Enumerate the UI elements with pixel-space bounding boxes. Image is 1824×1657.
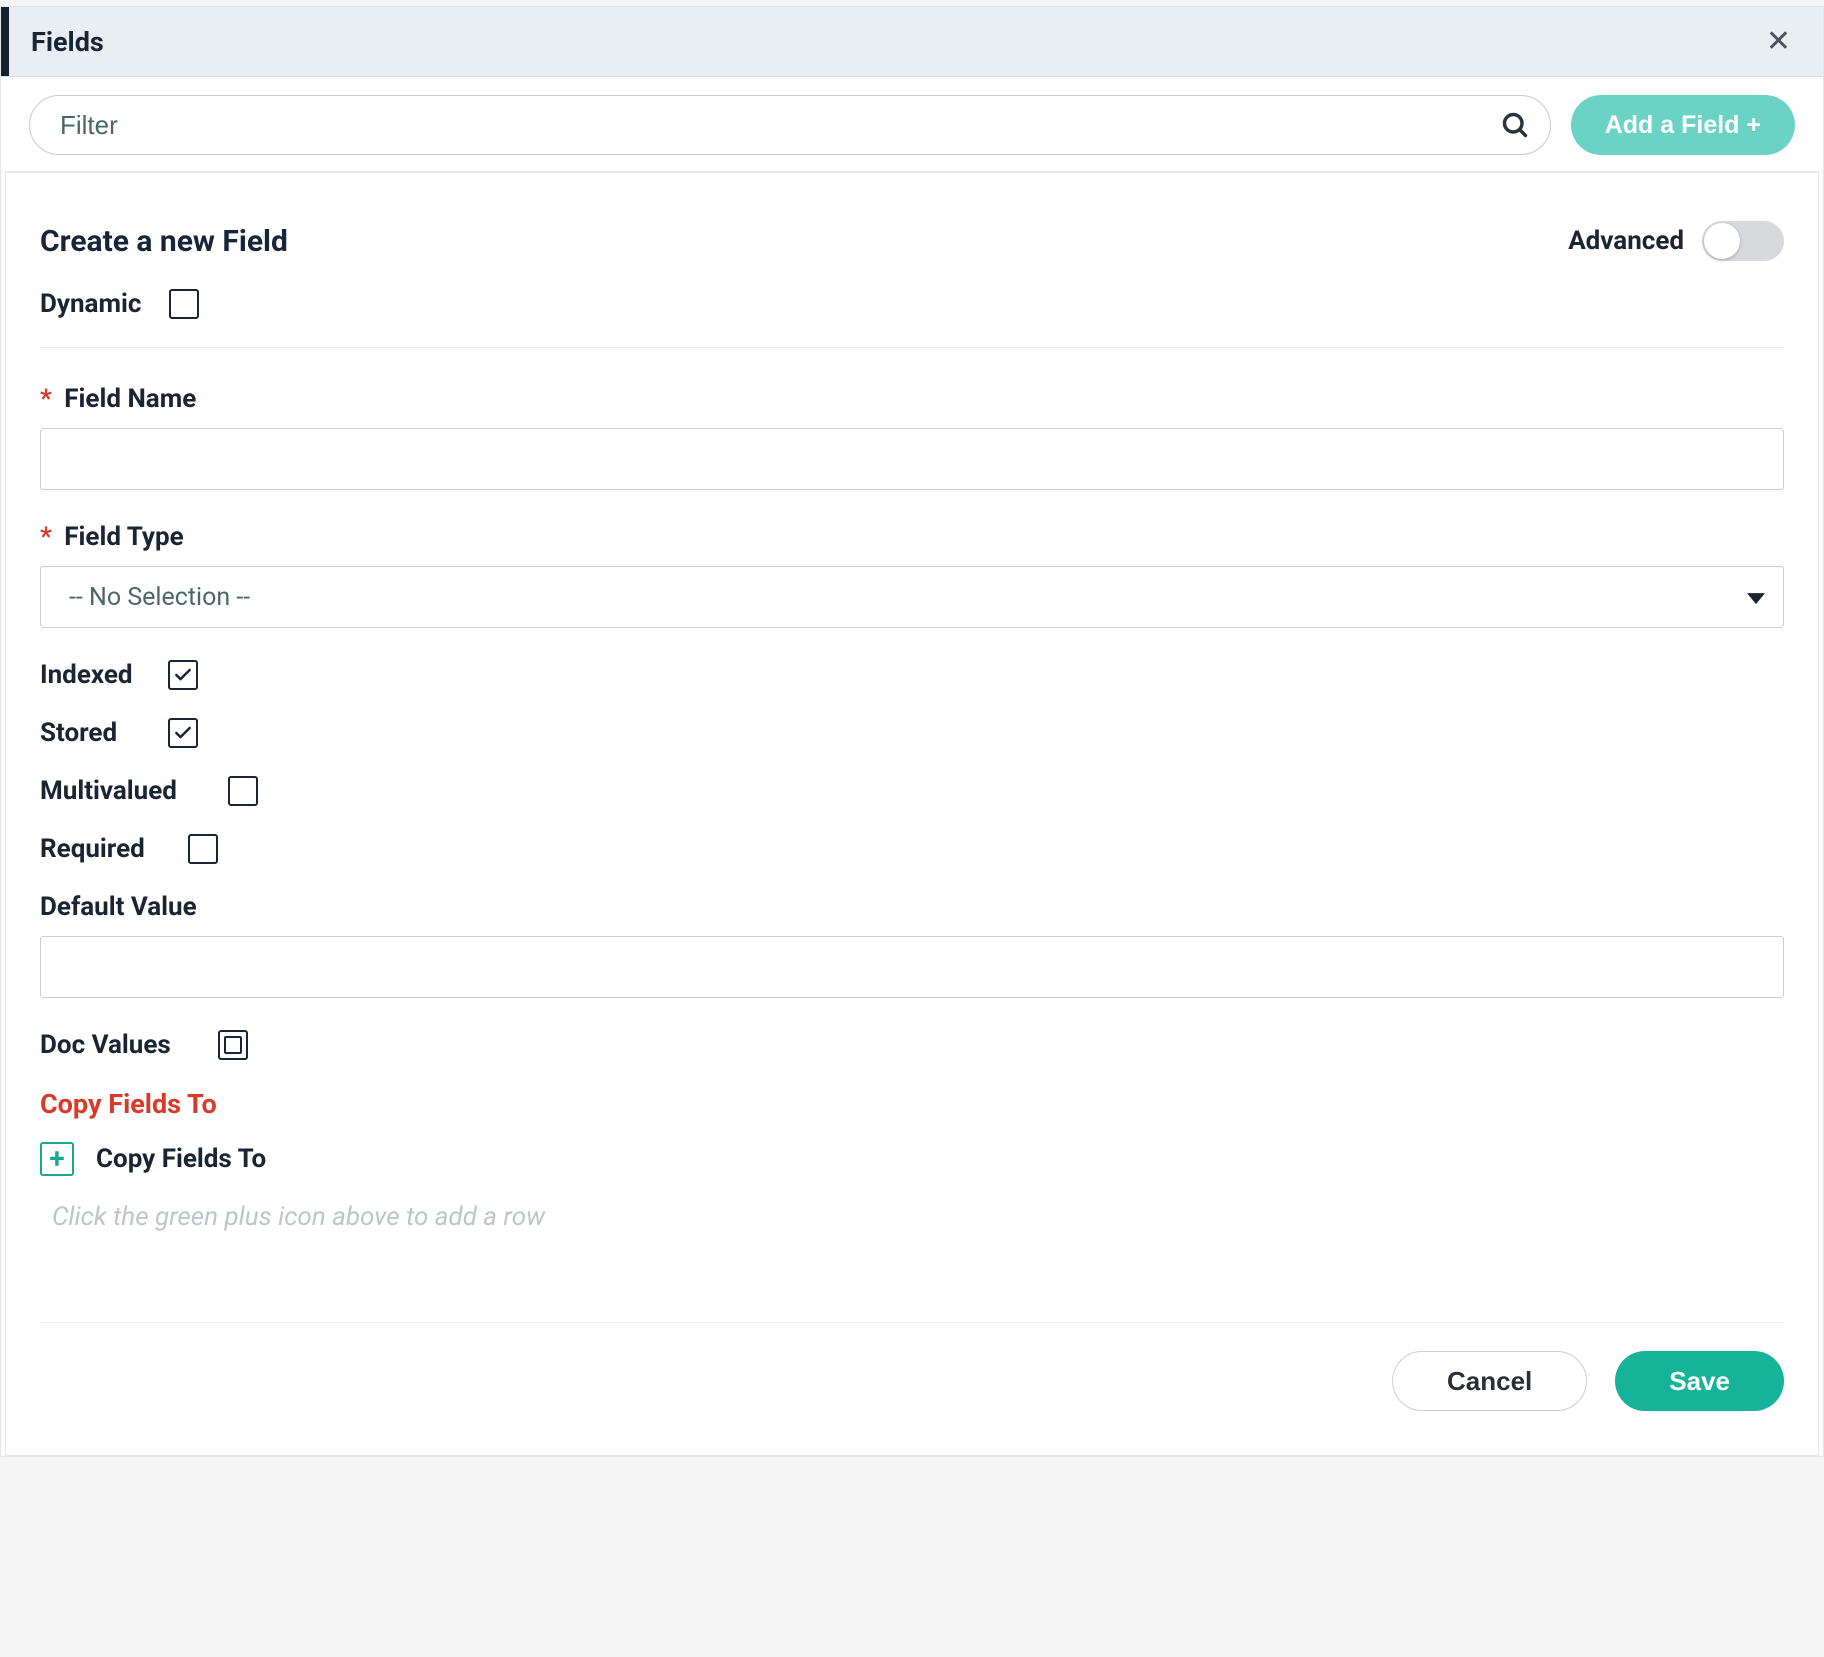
panel-header: Fields ✕ (1, 7, 1823, 77)
doc-values-row: Doc Values (40, 1030, 1784, 1060)
required-label: Required (40, 834, 160, 864)
indexed-checkbox[interactable] (168, 660, 198, 690)
dynamic-checkbox[interactable] (169, 289, 199, 319)
plus-icon[interactable]: + (40, 1142, 74, 1176)
stored-checkbox[interactable] (168, 718, 198, 748)
form-body: Create a new Field Advanced Dynamic (5, 172, 1819, 1456)
advanced-label: Advanced (1568, 226, 1684, 256)
multivalued-row: Multivalued (40, 776, 1784, 806)
copy-fields-sub-label: Copy Fields To (96, 1144, 266, 1174)
save-button[interactable]: Save (1615, 1351, 1784, 1411)
stored-row: Stored (40, 718, 1784, 748)
copy-fields-row: + Copy Fields To (40, 1142, 1784, 1176)
dynamic-row: Dynamic (40, 289, 1784, 319)
copy-fields-hint: Click the green plus icon above to add a… (52, 1202, 1784, 1232)
filter-input[interactable] (29, 95, 1551, 155)
cancel-label: Cancel (1447, 1366, 1532, 1397)
field-name-input[interactable] (40, 428, 1784, 490)
form-footer: Cancel Save (40, 1322, 1784, 1427)
field-type-block: * Field Type -- No Selection -- (40, 522, 1784, 628)
default-value-block: Default Value (40, 892, 1784, 998)
field-name-block: * Field Name (40, 384, 1784, 490)
copy-fields-heading: Copy Fields To (40, 1088, 1784, 1120)
close-icon[interactable]: ✕ (1762, 23, 1795, 61)
indexed-label: Indexed (40, 660, 140, 690)
search-icon[interactable] (1501, 111, 1529, 139)
required-checkbox[interactable] (188, 834, 218, 864)
filter-wrap (29, 95, 1551, 155)
required-star-icon: * (40, 384, 52, 414)
add-field-button[interactable]: Add a Field + (1571, 95, 1795, 155)
indexed-row: Indexed (40, 660, 1784, 690)
advanced-toggle[interactable] (1702, 221, 1784, 261)
form-title: Create a new Field (40, 224, 288, 259)
multivalued-label: Multivalued (40, 776, 200, 806)
chevron-down-icon (1747, 593, 1765, 604)
default-value-input[interactable] (40, 936, 1784, 998)
required-row: Required (40, 834, 1784, 864)
panel-title: Fields (31, 26, 104, 58)
separator (40, 347, 1784, 348)
field-type-label: Field Type (64, 522, 183, 552)
field-type-select[interactable]: -- No Selection -- (40, 566, 1784, 628)
field-type-value: -- No Selection -- (69, 583, 250, 612)
dynamic-label: Dynamic (40, 289, 141, 319)
default-value-label: Default Value (40, 892, 197, 922)
fields-panel: Fields ✕ Add a Field + Create a new (0, 6, 1824, 1457)
stored-label: Stored (40, 718, 140, 748)
field-name-label: Field Name (64, 384, 196, 414)
toolbar: Add a Field + (1, 77, 1823, 172)
add-field-label: Add a Field + (1605, 111, 1761, 140)
toggle-knob (1704, 223, 1740, 259)
doc-values-checkbox[interactable] (218, 1030, 248, 1060)
save-label: Save (1669, 1366, 1730, 1397)
multivalued-checkbox[interactable] (228, 776, 258, 806)
cancel-button[interactable]: Cancel (1392, 1351, 1587, 1411)
advanced-toggle-group: Advanced (1568, 221, 1784, 261)
required-star-icon: * (40, 522, 52, 552)
doc-values-label: Doc Values (40, 1030, 190, 1060)
